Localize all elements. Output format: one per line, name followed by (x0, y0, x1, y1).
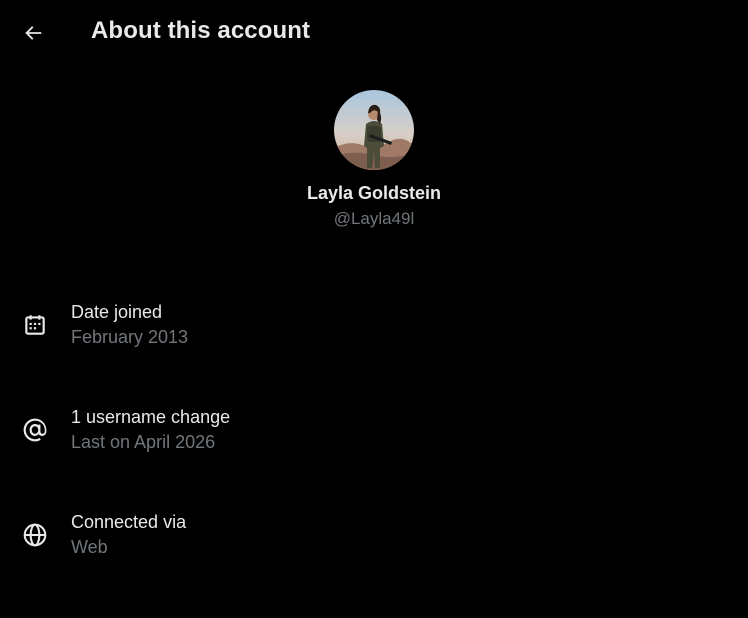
back-button[interactable] (14, 14, 52, 52)
at-sign-icon (21, 416, 49, 444)
profile-photo (334, 90, 414, 170)
connected-via-label: Connected via (71, 512, 187, 532)
page-title: About this account (91, 17, 311, 44)
username-change-label: 1 username change (71, 407, 231, 427)
connected-via-row: Connected via Web (0, 511, 748, 571)
globe-icon (21, 521, 49, 549)
username-handle: @Layla49l (333, 209, 415, 228)
avatar[interactable] (334, 90, 414, 170)
arrow-left-icon (25, 26, 42, 40)
username-change-value: Last on April 2026 (71, 432, 216, 452)
date-joined-row: Date joined February 2013 (0, 301, 748, 361)
connected-via-value: Web (71, 537, 108, 557)
username-change-row: 1 username change Last on April 2026 (0, 406, 748, 466)
date-joined-label: Date joined (71, 302, 163, 322)
date-joined-value: February 2013 (71, 327, 189, 347)
header-bar: About this account (0, 0, 748, 66)
display-name: Layla Goldstein (306, 183, 442, 203)
profile-section: Layla Goldstein @Layla49l (0, 90, 748, 229)
calendar-icon (21, 311, 49, 339)
